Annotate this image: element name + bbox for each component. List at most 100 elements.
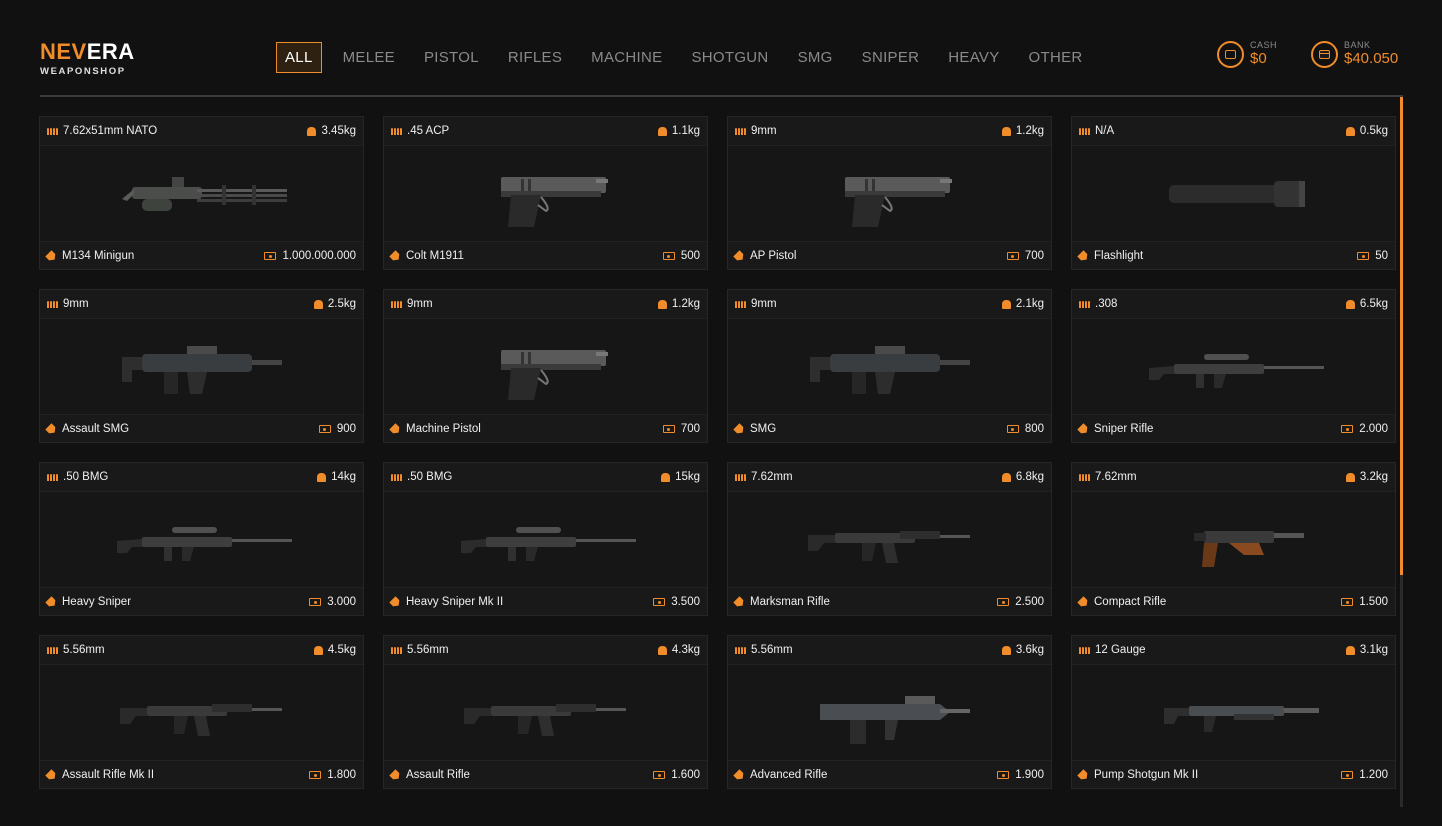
weapon-image[interactable] [40,318,363,415]
weapon-card[interactable]: .45 ACP 1.1kg Colt M1911 500 [383,116,708,270]
ammo-type: .50 BMG [63,471,109,483]
ammo-icon [735,127,746,135]
cash-balance: CASH $0 [1217,40,1277,68]
weapon-image[interactable] [40,664,363,761]
tab-rifles[interactable]: RIFLES [500,42,570,73]
weight-icon [1345,645,1355,655]
ammo-icon [1079,473,1090,481]
brand-logo: NEVERA WEAPONSHOP [40,39,135,78]
tab-melee[interactable]: MELEE [335,42,403,73]
weapon-card[interactable]: .308 6.5kg Sniper Rifle 2.000 [1071,289,1396,443]
weapon-card[interactable]: 5.56mm 4.5kg Assault Rifle Mk II 1.800 [39,635,364,789]
cash-label: CASH [1250,40,1278,50]
weight-value: 3.1kg [1359,644,1388,656]
weapon-card[interactable]: 9mm 1.2kg Machine Pistol 700 [383,289,708,443]
weapon-image[interactable] [384,145,707,242]
card-footer: Heavy Sniper 3.000 [40,588,363,616]
sniper-icon [460,526,636,561]
ammo-type: 9mm [63,298,89,310]
weapon-image[interactable] [1072,491,1395,588]
money-icon [309,598,322,606]
card-footer: Sniper Rifle 2.000 [1072,415,1395,443]
tab-heavy[interactable]: HEAVY [940,42,1007,73]
tag-icon [733,596,746,609]
weight-value: 14kg [331,471,356,483]
weapon-image[interactable] [384,491,707,588]
tag-icon [389,769,402,782]
tab-other[interactable]: OTHER [1021,42,1091,73]
money-icon [1341,425,1354,433]
card-header: 7.62mm 3.2kg [1072,463,1395,491]
money-icon [653,598,666,606]
ammo-type: 9mm [751,125,777,137]
card-footer: Colt M1911 500 [384,242,707,270]
card-footer: Machine Pistol 700 [384,415,707,443]
card-footer: SMG 800 [728,415,1051,443]
tab-sniper[interactable]: SNIPER [854,42,928,73]
weapon-name: Colt M1911 [406,250,464,262]
brand-title-accent: NEV [40,39,87,64]
ammo-type: 12 Gauge [1095,644,1146,656]
card-icon [1311,40,1338,68]
weapon-price: 3.500 [671,596,700,608]
weapon-image[interactable] [384,664,707,761]
tab-machine[interactable]: MACHINE [583,42,670,73]
tab-pistol[interactable]: PISTOL [416,42,487,73]
weapon-price: 1.800 [327,769,356,781]
ammo-icon [391,300,402,308]
card-footer: M134 Minigun 1.000.000.000 [40,242,363,270]
weapon-price: 50 [1375,250,1388,262]
weapon-name: AP Pistol [750,250,797,262]
ammo-type: 9mm [751,298,777,310]
weapon-image[interactable] [728,318,1051,415]
money-icon [997,771,1010,779]
weapon-image[interactable] [40,145,363,242]
ammo-icon [391,646,402,654]
weapon-image[interactable] [40,491,363,588]
weapon-price: 1.000.000.000 [282,250,356,262]
tag-icon [1077,423,1090,436]
weight-value: 6.8kg [1015,471,1044,483]
weapon-price: 700 [680,423,700,435]
weapon-image[interactable] [1072,318,1395,415]
cash-amount: $0 [1250,50,1267,67]
card-header: 12 Gauge 3.1kg [1072,636,1395,664]
weapon-image[interactable] [384,318,707,415]
weapon-card[interactable]: 9mm 2.5kg Assault SMG 900 [39,289,364,443]
weapon-card[interactable]: 9mm 2.1kg SMG 800 [727,289,1052,443]
weapon-card[interactable]: 7.62mm 3.2kg Compact Rifle 1.500 [1071,462,1396,616]
weapon-image[interactable] [1072,145,1395,242]
weapon-card[interactable]: 7.62x51mm NATO 3.45kg M134 Minigun 1.000.00… [39,116,364,270]
tag-icon [1077,250,1090,263]
tab-all[interactable]: ALL [276,42,322,73]
weapon-card[interactable]: 12 Gauge 3.1kg Pump Shotgun Mk II 1.200 [1071,635,1396,789]
pistol-icon [500,349,608,400]
weapon-image[interactable] [728,145,1051,242]
weapon-card[interactable]: 7.62mm 6.8kg Marksman Rifle 2.500 [727,462,1052,616]
scrollbar-thumb[interactable] [1400,97,1403,575]
ammo-icon [47,127,58,135]
ammo-type: 7.62x51mm NATO [63,125,158,137]
ammo-icon [1079,300,1090,308]
weapon-card[interactable]: .50 BMG 15kg Heavy Sniper Mk II 3.500 [383,462,708,616]
weapon-card[interactable]: 9mm 1.2kg AP Pistol 700 [727,116,1052,270]
weapon-card[interactable]: N/A 0.5kg Flashlight 50 [1071,116,1396,270]
weapon-card[interactable]: 5.56mm 3.6kg Advanced Rifle 1.900 [727,635,1052,789]
weapon-name: Assault Rifle [406,769,470,781]
card-footer: Assault Rifle 1.600 [384,761,707,789]
tab-shotgun[interactable]: SHOTGUN [683,42,776,73]
tab-smg[interactable]: SMG [790,42,841,73]
weight-icon [1001,472,1011,482]
weapon-image[interactable] [1072,664,1395,761]
brand-subtitle: WEAPONSHOP [40,66,126,77]
weapon-grid: 7.62x51mm NATO 3.45kg M134 Minigun 1.000.00… [39,116,1396,789]
weapon-name: M134 Minigun [62,250,135,262]
weapon-card[interactable]: 5.56mm 4.3kg Assault Rifle 1.600 [383,635,708,789]
weapon-image[interactable] [728,491,1051,588]
money-icon [1341,771,1354,779]
ammo-icon [735,646,746,654]
header-divider [40,95,1403,97]
weapon-name: Machine Pistol [406,423,481,435]
weapon-card[interactable]: .50 BMG 14kg Heavy Sniper 3.000 [39,462,364,616]
weapon-image[interactable] [728,664,1051,761]
